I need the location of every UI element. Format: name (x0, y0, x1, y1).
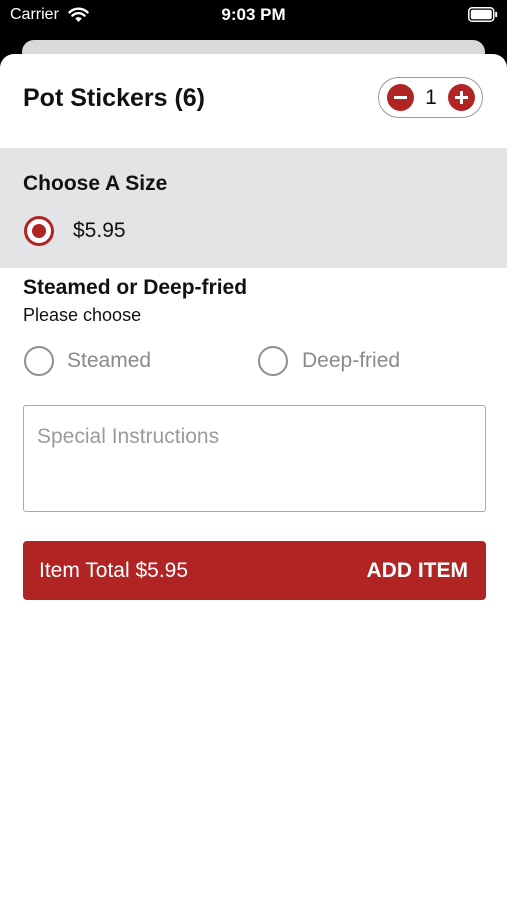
status-bar: Carrier 9:03 PM (0, 0, 507, 34)
add-item-button[interactable]: Item Total $5.95 ADD ITEM (23, 541, 486, 600)
size-option-radio[interactable] (24, 216, 54, 246)
deep-fried-radio[interactable] (258, 346, 288, 376)
size-section-title: Choose A Size (23, 172, 168, 195)
increase-quantity-button[interactable] (448, 84, 475, 111)
item-total-label: Item Total $5.95 (39, 559, 189, 582)
steamed-radio[interactable] (24, 346, 54, 376)
battery-icon (468, 7, 498, 22)
quantity-value: 1 (425, 86, 437, 109)
size-section: Choose A Size $5.95 (0, 148, 507, 268)
minus-icon (394, 96, 407, 99)
prep-section-subtitle: Please choose (23, 305, 142, 325)
special-instructions-input[interactable]: Special Instructions (23, 405, 486, 512)
item-title: Pot Stickers (6) (23, 84, 206, 112)
decrease-quantity-button[interactable] (387, 84, 414, 111)
status-time: 9:03 PM (221, 5, 286, 24)
steamed-label: Steamed (67, 349, 152, 372)
size-option-label: $5.95 (73, 219, 126, 242)
add-item-label: ADD ITEM (366, 559, 469, 582)
prep-section-title: Steamed or Deep-fried (23, 276, 248, 299)
deep-fried-label: Deep-fried (302, 349, 401, 372)
item-sheet: Pot Stickers (6) 1 Choose A Size $5.95 S… (0, 54, 507, 900)
special-instructions-placeholder: Special Instructions (37, 425, 220, 448)
quantity-stepper: 1 (378, 77, 483, 118)
